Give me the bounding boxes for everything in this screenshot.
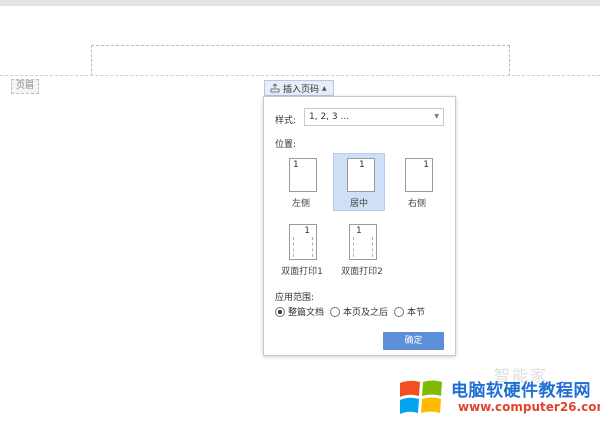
- range-whole-document-radio[interactable]: 整篇文档: [275, 305, 324, 318]
- range-this-page-onward-radio[interactable]: 本页及之后: [330, 305, 388, 318]
- insert-page-number-icon: [270, 83, 280, 93]
- position-option-label: 右侧: [407, 199, 426, 209]
- style-label: 样式:: [275, 116, 297, 126]
- range-label: 应用范围:: [275, 293, 315, 303]
- page-number-panel: 样式: 1, 2, 3 ... ▼ 位置: 1 左侧 1 居中 1 右侧 1 双…: [263, 96, 456, 356]
- page-preview-icon: 1: [405, 158, 433, 192]
- page-preview-icon: 1: [289, 158, 317, 192]
- page-preview-icon: 1: [347, 158, 375, 192]
- position-label: 位置:: [275, 140, 297, 150]
- confirm-button[interactable]: 确定: [383, 332, 444, 350]
- range-radio-group: 整篇文档 本页及之后 本节: [275, 305, 425, 318]
- top-band: [0, 0, 600, 6]
- windows-logo-icon: [400, 380, 442, 414]
- position-right-option[interactable]: 1 右侧: [391, 153, 443, 211]
- position-center-option[interactable]: 1 居中: [333, 153, 385, 211]
- header-label: 页眉: [11, 79, 40, 94]
- header-boundary-line: [0, 75, 600, 76]
- dropdown-arrow-icon: ▼: [434, 113, 439, 120]
- insert-page-number-label: 插入页码: [283, 84, 320, 95]
- radio-label: 本节: [407, 308, 426, 318]
- insert-page-number-button[interactable]: 插入页码 ▲: [264, 80, 334, 96]
- brand-url: www.computer26.com: [458, 400, 600, 414]
- position-option-label: 左侧: [291, 199, 310, 209]
- page-number-digit: 1: [356, 226, 362, 236]
- style-select[interactable]: 1, 2, 3 ... ▼: [304, 108, 444, 126]
- caret-up-icon: ▲: [322, 84, 327, 92]
- binding-margin-line: [372, 237, 373, 257]
- page-preview-icon: 1: [289, 224, 317, 260]
- position-option-label: 双面打印2: [341, 267, 383, 277]
- radio-unchecked-icon: [330, 306, 341, 317]
- brand-name: 电脑软硬件教程网: [451, 381, 591, 401]
- radio-unchecked-icon: [394, 306, 405, 317]
- page-number-digit: 1: [304, 226, 310, 236]
- style-select-value: 1, 2, 3 ...: [309, 112, 350, 122]
- binding-margin-line: [293, 237, 294, 257]
- page-number-digit: 1: [359, 160, 365, 170]
- header-edit-area[interactable]: [91, 45, 510, 76]
- radio-checked-icon: [275, 306, 285, 317]
- page-number-digit: 1: [293, 160, 299, 170]
- position-duplex-1-option[interactable]: 1 双面打印1: [274, 218, 330, 277]
- binding-margin-line: [312, 237, 313, 257]
- radio-label: 本页及之后: [343, 308, 389, 318]
- position-option-label: 居中: [349, 199, 368, 209]
- position-duplex-2-option[interactable]: 1 双面打印2: [334, 218, 390, 277]
- radio-label: 整篇文档: [288, 308, 325, 318]
- range-this-section-radio[interactable]: 本节: [394, 305, 425, 318]
- binding-margin-line: [353, 237, 354, 257]
- page-number-digit: 1: [423, 160, 429, 170]
- position-left-option[interactable]: 1 左侧: [275, 153, 327, 211]
- page-preview-icon: 1: [349, 224, 377, 260]
- position-option-label: 双面打印1: [281, 267, 323, 277]
